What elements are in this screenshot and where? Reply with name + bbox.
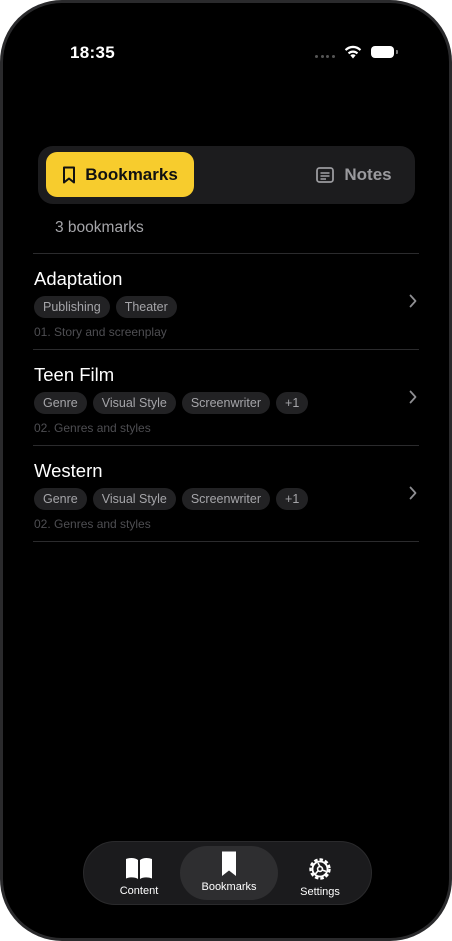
bookmark-fill-icon (222, 851, 236, 876)
tag-list: Genre Visual Style Screenwriter +1 (34, 488, 309, 510)
list-item-subtitle: 02. Genres and styles (34, 421, 151, 435)
tag: Visual Style (92, 488, 176, 510)
tab-settings-label: Settings (300, 886, 340, 898)
tab-settings[interactable]: Settings (271, 846, 369, 900)
segment-notes-label: Notes (344, 164, 392, 184)
tag: Visual Style (92, 392, 176, 414)
list-item[interactable]: Adaptation Publishing Theater 01. Story … (33, 254, 419, 349)
segmented-control: Bookmarks Notes (38, 146, 415, 204)
book-icon (126, 857, 152, 879)
tag: Genre (34, 392, 87, 414)
list-item-title: Adaptation (34, 268, 123, 289)
status-time: 18:35 (70, 43, 115, 62)
tag: Screenwriter (181, 488, 271, 510)
tab-bookmarks-label: Bookmarks (201, 881, 257, 893)
list-item-title: Teen Film (34, 364, 115, 385)
tag: Screenwriter (181, 392, 271, 414)
status-bar: 18:35 (3, 3, 449, 93)
tab-content[interactable]: Content (90, 846, 188, 900)
bookmark-icon (63, 166, 76, 183)
bookmark-list: Adaptation Publishing Theater 01. Story … (33, 253, 419, 542)
tag-more: +1 (276, 488, 309, 510)
wifi-icon (344, 45, 362, 59)
tag-list: Genre Visual Style Screenwriter +1 (34, 392, 309, 414)
notes-icon (316, 166, 335, 183)
tag-more: +1 (276, 392, 309, 414)
tag: Theater (115, 296, 177, 318)
battery-icon (371, 46, 394, 58)
tab-content-label: Content (119, 885, 159, 897)
divider (33, 541, 419, 542)
tag: Genre (34, 488, 87, 510)
cellular-signal-icon (315, 55, 335, 58)
tab-bookmarks[interactable]: Bookmarks (180, 846, 278, 900)
device-frame: 18:35 Bookmarks Notes 3 bookmarks Adapta… (0, 0, 452, 941)
tag-list: Publishing Theater (34, 296, 177, 318)
segment-bookmarks-label: Bookmarks (85, 164, 178, 184)
segment-bookmarks[interactable]: Bookmarks (46, 152, 194, 197)
screen: 18:35 Bookmarks Notes 3 bookmarks Adapta… (3, 3, 449, 938)
bookmark-count: 3 bookmarks (55, 219, 144, 236)
list-item-title: Western (34, 460, 103, 481)
tab-bar: Content Bookmarks Settings (83, 841, 372, 905)
chevron-right-icon (409, 294, 417, 308)
list-item-subtitle: 02. Genres and styles (34, 517, 151, 531)
list-item[interactable]: Teen Film Genre Visual Style Screenwrite… (33, 350, 419, 445)
chevron-right-icon (409, 390, 417, 404)
gear-icon (309, 858, 331, 880)
chevron-right-icon (409, 486, 417, 500)
battery-cap (396, 50, 398, 54)
tag: Publishing (34, 296, 110, 318)
segment-notes[interactable]: Notes (304, 152, 404, 197)
list-item[interactable]: Western Genre Visual Style Screenwriter … (33, 446, 419, 541)
list-item-subtitle: 01. Story and screenplay (34, 325, 167, 339)
